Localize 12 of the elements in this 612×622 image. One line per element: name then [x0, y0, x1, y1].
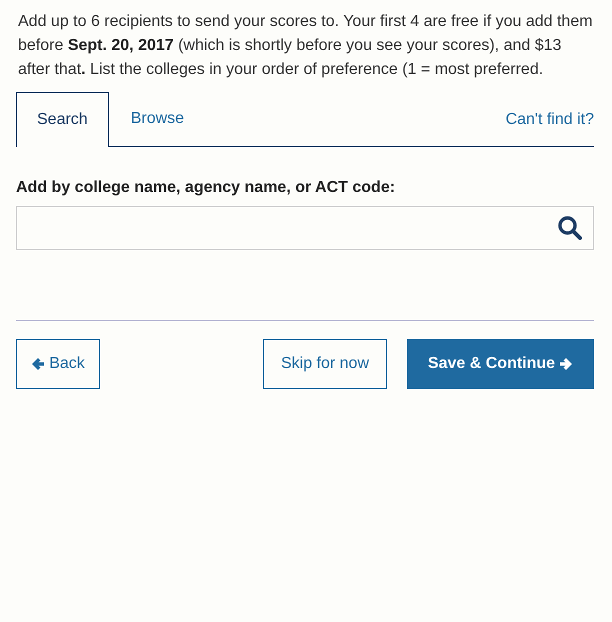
- back-button[interactable]: Back: [16, 339, 100, 389]
- arrow-left-icon: [31, 357, 46, 371]
- search-label: Add by college name, agency name, or ACT code:: [16, 179, 396, 197]
- skip-button[interactable]: Skip for now: [263, 339, 387, 389]
- help-link[interactable]: Can't find it?: [506, 109, 594, 129]
- save-continue-button[interactable]: Save & Continue: [407, 339, 594, 389]
- search-icon[interactable]: [557, 215, 583, 241]
- search-field[interactable]: [16, 206, 594, 250]
- tab[interactable]: Browse: [108, 92, 206, 147]
- tab[interactable]: Search: [16, 92, 109, 147]
- instructions-text: Add up to 6 recipients to send your scores to. Your first 4 are free if you add them before Sept. 20, 2017 (which is shortly before you see your scores), and $13 after that. List the colleges in your order of preference (1 = most preferred.: [18, 12, 594, 80]
- arrow-right-icon: [559, 357, 574, 371]
